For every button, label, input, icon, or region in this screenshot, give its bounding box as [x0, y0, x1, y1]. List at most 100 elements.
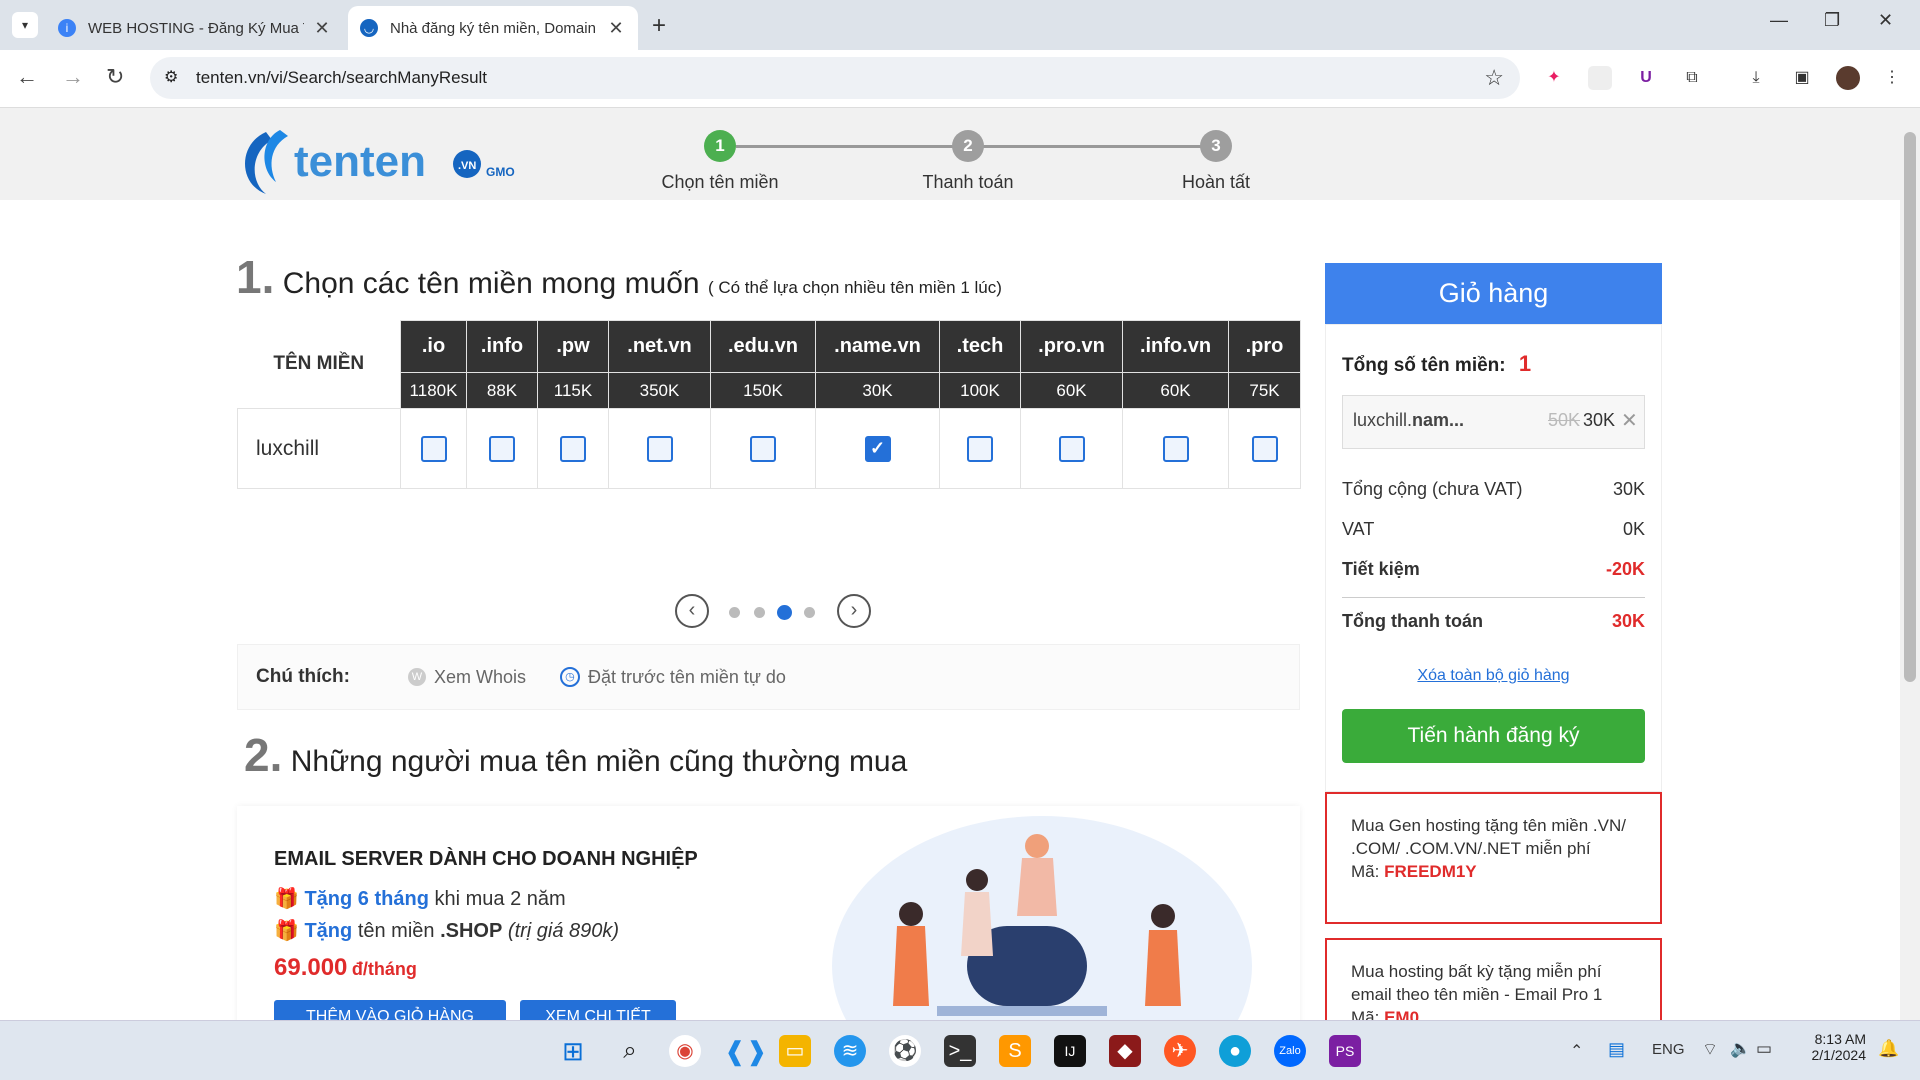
domain-checkbox[interactable]: [967, 435, 993, 462]
file-explorer-icon[interactable]: ▭: [779, 1035, 811, 1067]
language-indicator[interactable]: ENG: [1652, 1041, 1685, 1058]
download-icon[interactable]: ⤓: [1744, 66, 1768, 90]
domain-checkbox[interactable]: [560, 435, 586, 462]
promo-line-1: 🎁 Tặng 6 tháng khi mua 2 năm: [274, 886, 566, 911]
cart-item-name: luxchill.nam...: [1353, 410, 1464, 431]
tab-domain-registrar[interactable]: ◡ Nhà đăng ký tên miền, Domain ✕: [348, 6, 638, 50]
close-window-icon[interactable]: ✕: [1878, 10, 1893, 31]
view-detail-button[interactable]: XEM CHI TIẾT: [520, 1000, 676, 1020]
phpstorm-icon[interactable]: PS: [1329, 1035, 1361, 1067]
web-page: tenten .VN GMO 1 Chọn tên miền 2 Thanh t…: [0, 108, 1920, 1020]
domain-checkbox[interactable]: [489, 435, 515, 462]
cart-item: luxchill.nam... 50K 30K ✕: [1342, 395, 1645, 449]
tray-app-icon[interactable]: ▤: [1608, 1039, 1625, 1060]
pager-dot-active[interactable]: [777, 605, 792, 620]
domain-checkbox[interactable]: [1058, 435, 1085, 462]
next-arrow-icon[interactable]: ›: [837, 594, 871, 628]
pager-dot[interactable]: [729, 607, 740, 618]
profile-avatar[interactable]: [1836, 66, 1860, 90]
total-value: 30K: [1611, 611, 1645, 631]
url-bar[interactable]: ⚙ tenten.vn/vi/Search/searchManyResult ☆: [150, 57, 1520, 99]
battery-icon[interactable]: ▭: [1756, 1039, 1772, 1059]
cart-item-old-price: 50K: [1548, 410, 1581, 430]
minimize-icon[interactable]: —: [1770, 10, 1788, 31]
intellij-icon[interactable]: IJ: [1054, 1035, 1086, 1067]
remove-item-icon[interactable]: ✕: [1621, 408, 1638, 433]
restore-icon[interactable]: ❐: [1824, 10, 1840, 31]
cart-subtotal-row: Tổng cộng (chưa VAT) 30K: [1342, 479, 1645, 500]
notification-bell-icon[interactable]: 🔔: [1878, 1039, 1899, 1059]
tray-chevron-icon[interactable]: ⌃: [1570, 1041, 1583, 1061]
promo-text: tên miền: [357, 920, 435, 942]
add-to-cart-button[interactable]: THÊM VÀO GIỎ HÀNG: [274, 1000, 506, 1020]
domain-checkbox[interactable]: ✓: [864, 435, 891, 462]
app-icon[interactable]: ⚽: [889, 1035, 921, 1067]
pager-dot[interactable]: [754, 607, 765, 618]
domain-checkbox-cell: [1020, 408, 1123, 489]
extensions-puzzle-icon[interactable]: ⧉: [1680, 66, 1704, 90]
forward-icon[interactable]: →: [62, 64, 84, 90]
pager-dot[interactable]: [804, 607, 815, 618]
cart-item-name-b: nam...: [1412, 410, 1465, 430]
postman-icon[interactable]: ✈: [1164, 1035, 1196, 1067]
app-icon[interactable]: ●: [1219, 1035, 1251, 1067]
menu-kebab-icon[interactable]: ⋮: [1880, 66, 1904, 90]
sublime-icon[interactable]: S: [999, 1035, 1031, 1067]
vscode-icon[interactable]: ❰❱: [724, 1035, 768, 1067]
tld-price: 1180K: [400, 372, 467, 409]
coupon-code[interactable]: EM0: [1384, 1008, 1419, 1020]
domain-checkbox[interactable]: [750, 435, 776, 462]
domain-checkbox[interactable]: [420, 435, 447, 462]
domain-checkbox[interactable]: [646, 435, 673, 462]
page-scrollbar[interactable]: [1900, 108, 1920, 1020]
bookmark-star-icon[interactable]: ☆: [1484, 65, 1504, 91]
close-tab-icon[interactable]: ✕: [312, 18, 332, 39]
zalo-icon[interactable]: Zalo: [1274, 1035, 1306, 1067]
url-text[interactable]: tenten.vn/vi/Search/searchManyResult: [196, 68, 487, 88]
close-tab-icon[interactable]: ✕: [606, 18, 626, 39]
domain-checkbox-cell: [466, 408, 538, 489]
back-icon[interactable]: ←: [16, 64, 38, 90]
whois-icon: W: [407, 668, 426, 686]
section-2-heading: 2. Những người mua tên miền cũng thường …: [244, 728, 907, 782]
docker-icon[interactable]: ≋: [834, 1035, 866, 1067]
clock-time: 8:13 AM: [1814, 1031, 1866, 1047]
register-button[interactable]: Tiến hành đăng ký: [1342, 709, 1645, 763]
scrollbar-thumb[interactable]: [1904, 132, 1916, 682]
tld-price: 60K: [1020, 372, 1123, 409]
extension-icon[interactable]: [1588, 66, 1612, 90]
prev-arrow-icon[interactable]: ‹: [675, 594, 709, 628]
search-icon[interactable]: ⌕: [614, 1035, 646, 1067]
promo-highlight: Tặng 6 tháng: [304, 888, 429, 910]
tab-search-icon[interactable]: ▾: [12, 12, 38, 38]
domain-checkbox-cell: [537, 408, 609, 489]
new-tab-icon[interactable]: +: [652, 12, 666, 40]
tld-header: .edu.vn: [710, 320, 816, 373]
side-panel-icon[interactable]: ▣: [1790, 66, 1814, 90]
price-unit: đ/tháng: [351, 959, 417, 979]
tab-web-hosting[interactable]: i WEB HOSTING - Đăng Ký Mua T ✕: [46, 6, 344, 50]
chrome-icon[interactable]: ◉: [669, 1035, 701, 1067]
extension-icon[interactable]: U: [1634, 66, 1658, 90]
tray-clock[interactable]: 8:13 AM 2/1/2024: [1800, 1031, 1867, 1063]
coupon-text: Mua Gen hosting tặng tên miền .VN/ .COM/…: [1351, 816, 1626, 858]
coupon-code[interactable]: FREEDM1Y: [1384, 862, 1477, 881]
volume-icon[interactable]: 🔈: [1730, 1039, 1751, 1059]
tab-label: WEB HOSTING - Đăng Ký Mua T: [88, 19, 304, 37]
windows-start-icon[interactable]: ⊞: [557, 1035, 589, 1067]
domain-checkbox[interactable]: [1251, 435, 1278, 462]
legend-whois: Xem Whois: [433, 666, 526, 687]
cart-divider: [1342, 597, 1645, 598]
site-info-icon[interactable]: ⚙: [164, 67, 178, 87]
tenten-logo[interactable]: tenten .VN GMO: [236, 124, 536, 204]
extension-icon[interactable]: ✦: [1542, 66, 1566, 90]
reload-icon[interactable]: ↻: [106, 64, 124, 90]
wifi-icon[interactable]: ⌔: [1702, 1039, 1718, 1060]
promo-value-note: (trị giá 890k): [507, 920, 620, 942]
terminal-icon[interactable]: >_: [944, 1035, 976, 1067]
clear-cart-link[interactable]: Xóa toàn bộ giỏ hàng: [1326, 667, 1661, 685]
browser-tab-bar: ▾ i WEB HOSTING - Đăng Ký Mua T ✕ ◡ Nhà …: [0, 0, 1920, 50]
domain-checkbox[interactable]: [1162, 435, 1189, 462]
tenten-favicon-icon: ◡: [360, 19, 378, 37]
app-icon[interactable]: ◆: [1109, 1035, 1141, 1067]
